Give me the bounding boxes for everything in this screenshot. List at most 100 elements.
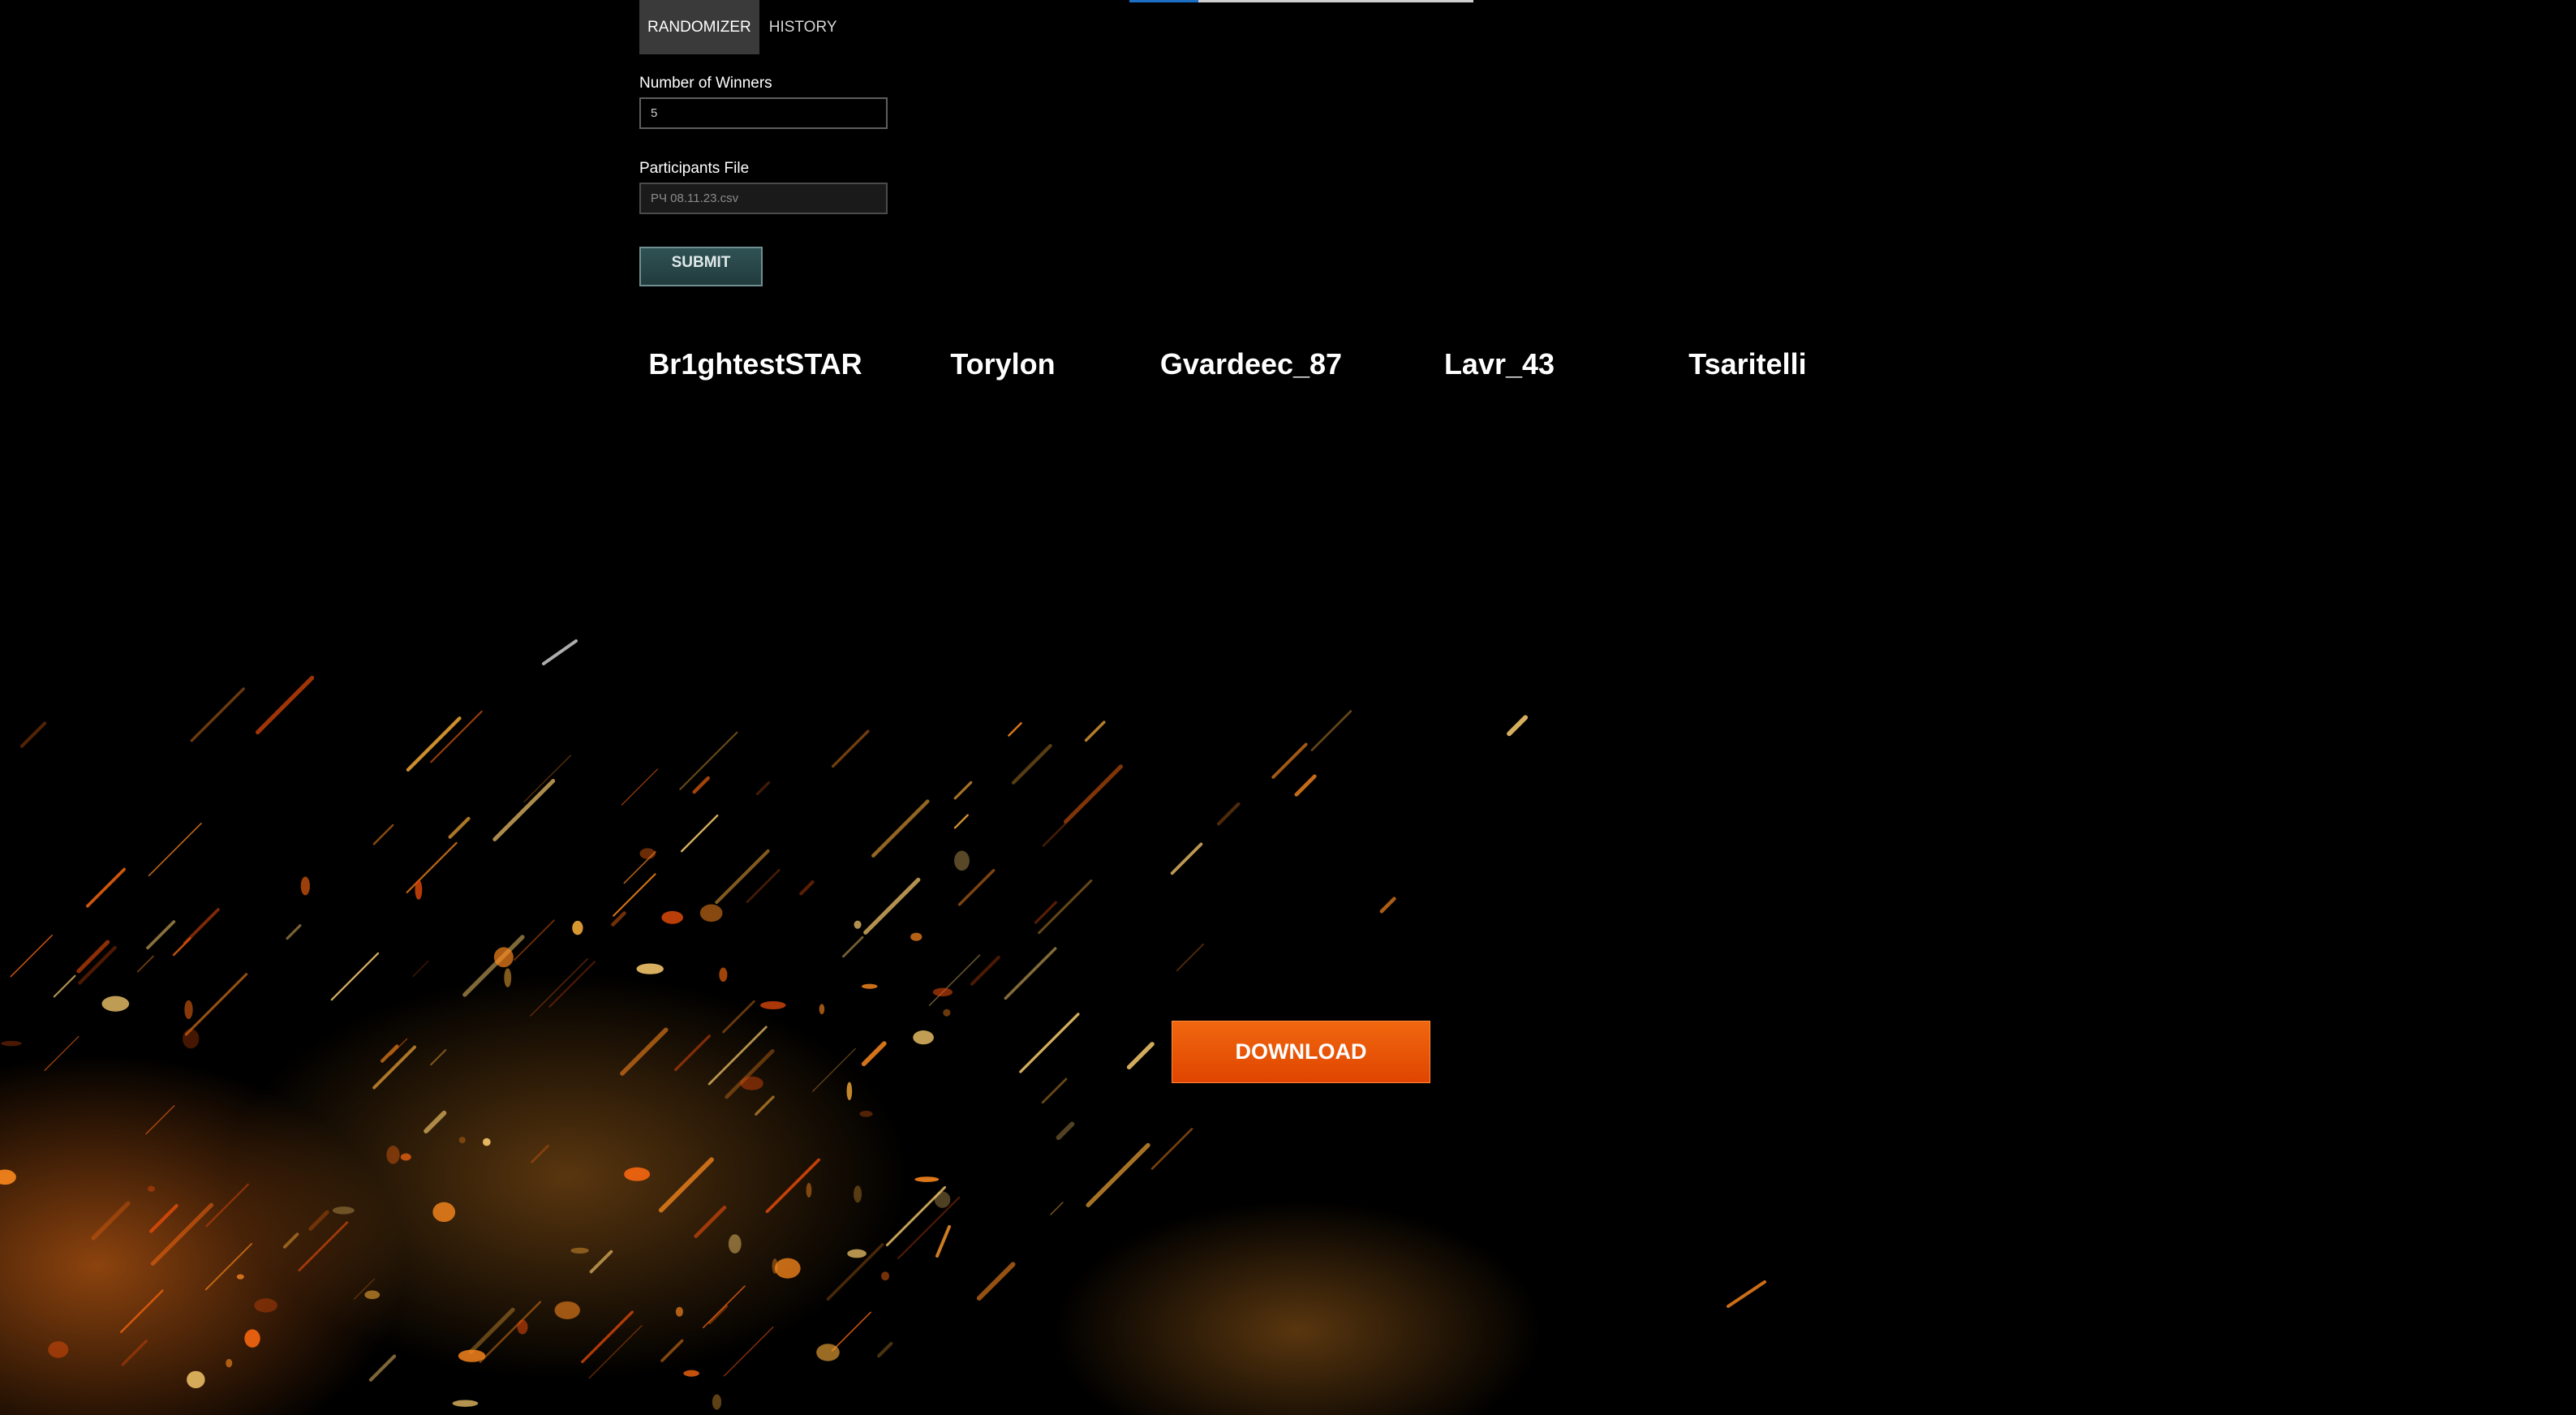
spark-streak: [190, 687, 245, 742]
tab-history[interactable]: HISTORY: [759, 0, 852, 54]
spark-streak: [1019, 1013, 1080, 1073]
spark-streak: [148, 822, 202, 876]
spark-streak: [1379, 897, 1396, 914]
spark-streak: [53, 974, 76, 998]
spark-streak: [448, 816, 471, 839]
tab-randomizer[interactable]: RANDOMIZER: [639, 0, 759, 54]
spark-ember: [254, 1298, 277, 1313]
spark-streak: [1056, 1121, 1075, 1141]
spark-streak: [412, 960, 429, 978]
spark-streak: [492, 779, 556, 841]
spark-ember: [914, 1176, 940, 1182]
winner-name: Lavr_43: [1443, 347, 1555, 381]
spark-streak: [871, 799, 930, 858]
spark-ember: [881, 1271, 890, 1281]
winners-count-input[interactable]: [639, 97, 888, 129]
spark-streak: [1150, 1128, 1193, 1170]
download-button[interactable]: DOWNLOAD: [1172, 1021, 1430, 1083]
spark-streak: [935, 1225, 951, 1258]
spark-ember: [859, 1110, 873, 1117]
spark-ember: [699, 904, 723, 923]
spark-ember: [504, 968, 512, 987]
spark-streak: [863, 877, 921, 935]
spark-streak: [136, 955, 154, 973]
tab-bar: RANDOMIZER HISTORY: [639, 0, 852, 54]
spark-ember: [819, 1004, 825, 1015]
participants-file-label: Participants File: [639, 160, 750, 177]
spark-ember: [101, 996, 130, 1012]
spark-streak: [19, 721, 47, 748]
spark-streak: [523, 755, 571, 803]
spark-streak: [1126, 1042, 1155, 1070]
spark-streak: [183, 908, 220, 945]
spark-ember: [432, 1202, 456, 1223]
spark-ember: [719, 967, 728, 983]
spark-ember: [774, 1258, 801, 1279]
spark-ember: [183, 1029, 200, 1049]
spark-ember: [184, 1000, 193, 1020]
spark-streak: [1084, 720, 1106, 742]
spark-ember: [300, 876, 310, 896]
sparks-background: [0, 639, 1766, 1415]
spark-streak: [957, 869, 996, 906]
spark-ember: [493, 947, 514, 968]
spark-streak: [406, 716, 462, 772]
spark-ember: [854, 1185, 862, 1203]
spark-ember: [636, 963, 664, 974]
spark-streak: [146, 920, 176, 950]
spark-streak: [799, 880, 815, 896]
spark-streak: [1042, 823, 1067, 847]
spark-streak: [877, 1341, 893, 1358]
spark-ember: [624, 1167, 651, 1181]
spark-ember: [482, 1138, 491, 1146]
spark-ember: [661, 910, 683, 924]
spark-streak: [715, 849, 770, 905]
spark-streak: [1727, 1280, 1766, 1308]
spark-ember: [1, 1040, 22, 1047]
winner-name: Br1ghtestSTAR: [648, 347, 862, 381]
spark-ember: [572, 920, 583, 935]
spark-streak: [621, 768, 659, 806]
spark-streak: [832, 1311, 871, 1352]
spark-ember: [236, 1274, 244, 1280]
spark-ember: [458, 1349, 486, 1362]
participants-file-name: РЧ 08.11.23.csv: [651, 191, 739, 205]
spark-ember: [683, 1370, 699, 1377]
spark-streak: [406, 841, 458, 893]
spark-ember: [554, 1301, 580, 1319]
spark-streak: [613, 873, 656, 917]
spark-streak: [861, 1041, 887, 1067]
spark-ember: [386, 1146, 400, 1164]
spark-ember: [934, 1191, 951, 1208]
spark-streak: [953, 781, 973, 800]
top-progress-fill: [1129, 0, 1198, 2]
spark-streak: [1064, 764, 1123, 824]
spark-streak: [255, 675, 315, 735]
spark-streak: [1170, 842, 1203, 875]
spark-ember: [226, 1358, 233, 1368]
spark-streak: [970, 955, 1000, 986]
spark-streak: [1507, 715, 1529, 737]
spark-ember: [458, 1137, 466, 1144]
spark-ember: [816, 1344, 840, 1361]
spark-ember: [862, 983, 878, 989]
participants-file-input[interactable]: РЧ 08.11.23.csv: [639, 183, 888, 214]
spark-ember: [760, 1001, 786, 1009]
winners-list: Br1ghtestSTAR Torylon Gvardeec_87 Lavr_4…: [639, 347, 1881, 388]
spark-streak: [1294, 774, 1317, 797]
spark-ember: [452, 1400, 479, 1407]
spark-streak: [1050, 1202, 1064, 1215]
spark-ember: [415, 880, 423, 900]
spark-ember: [712, 1394, 722, 1410]
spark-ember: [943, 1009, 951, 1017]
spark-ember: [332, 1206, 355, 1215]
submit-button[interactable]: SUBMIT: [639, 247, 763, 286]
spark-streak: [953, 814, 969, 829]
spark-streak: [10, 935, 53, 978]
spark-streak: [76, 940, 110, 974]
spark-streak: [692, 776, 710, 794]
spark-ember: [728, 1234, 742, 1254]
spark-streak: [681, 814, 719, 853]
winners-count-group: Number of Winners: [639, 75, 888, 129]
spark-streak: [746, 868, 781, 903]
